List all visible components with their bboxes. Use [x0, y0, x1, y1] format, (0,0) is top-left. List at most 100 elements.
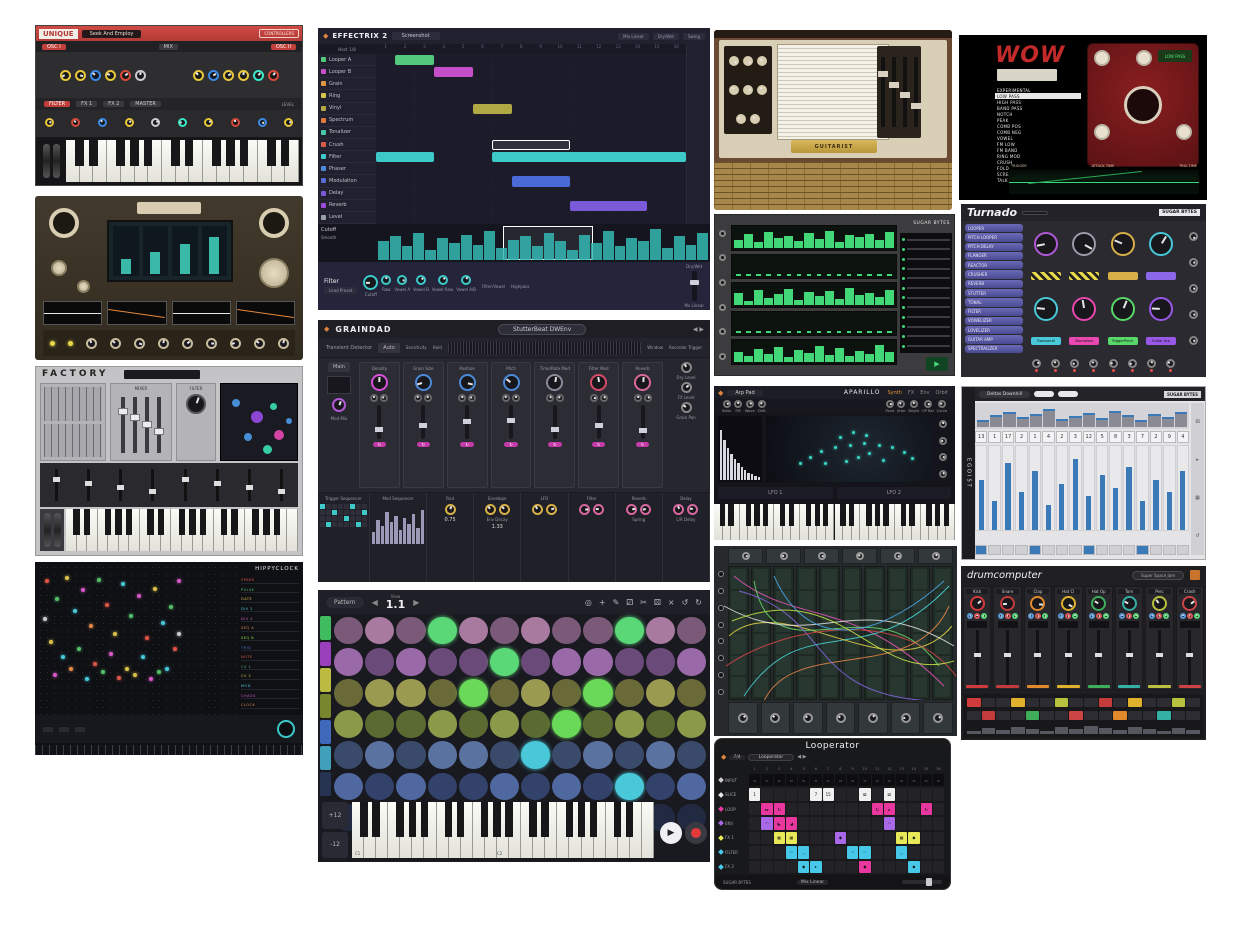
side-row[interactable] [902, 287, 950, 290]
pad-circle[interactable] [459, 617, 488, 645]
trigger-step[interactable] [326, 504, 331, 509]
filter-vowel-switch[interactable]: Filter/Vowel [482, 284, 505, 289]
synth-knob[interactable] [924, 400, 932, 408]
mini-knob[interactable] [1166, 359, 1175, 368]
unique-knob[interactable] [60, 70, 71, 81]
step-cell[interactable]: ≈ [810, 774, 821, 786]
left-reel[interactable] [49, 208, 79, 238]
lane-cell[interactable] [776, 591, 791, 611]
right-reel[interactable] [259, 208, 289, 238]
sequence-block[interactable] [570, 201, 648, 211]
lane-cell[interactable] [913, 677, 928, 697]
filter-cutoff-knob[interactable] [186, 394, 206, 414]
step-button[interactable] [996, 711, 1010, 720]
step-cell[interactable]: ◠ [859, 846, 870, 858]
node-dot[interactable] [77, 647, 81, 651]
transport-button-1[interactable] [43, 727, 53, 732]
synth-knob[interactable] [897, 400, 905, 408]
unique-knob[interactable] [238, 70, 249, 81]
lane-cell[interactable] [754, 634, 769, 654]
piano-black-key[interactable] [457, 802, 464, 837]
sequence-block[interactable] [512, 176, 570, 186]
module[interactable] [728, 548, 763, 564]
aparillo-preset-display[interactable]: Arp Pad [727, 390, 762, 396]
effectrix-effect-row[interactable]: Looper B [318, 66, 376, 78]
piano-black-key[interactable] [221, 509, 228, 535]
pad-circle[interactable] [552, 710, 581, 738]
mini-knob[interactable] [1119, 613, 1125, 619]
pad-circle[interactable] [428, 710, 457, 738]
node-dot[interactable] [153, 587, 157, 591]
piano-black-key[interactable] [626, 802, 633, 837]
column-tag[interactable]: ↻ [373, 442, 386, 447]
piano-black-key[interactable] [240, 140, 248, 166]
guitarist-knob[interactable] [750, 114, 760, 124]
channel-name[interactable]: Perc [1148, 589, 1170, 594]
effectrix-effect-row[interactable]: Reverb [318, 200, 376, 212]
sequence-block[interactable] [473, 104, 512, 114]
node-dot[interactable] [141, 655, 145, 659]
column-knob[interactable] [546, 374, 563, 391]
gate-cell[interactable] [1109, 545, 1121, 555]
lane-cell[interactable] [822, 591, 837, 611]
legend-item[interactable]: SPARK [241, 578, 299, 584]
piano-black-key[interactable] [281, 140, 289, 166]
step-cell[interactable]: ▦ [786, 832, 797, 844]
mix-linear-label[interactable]: Mx Linear [684, 303, 704, 308]
play-button[interactable]: ▶ [660, 822, 682, 844]
node-dot[interactable] [129, 614, 133, 618]
mini-fader[interactable] [1143, 725, 1157, 734]
effect-tile[interactable] [1069, 272, 1099, 280]
side-knob[interactable] [939, 420, 947, 428]
step-cell[interactable] [896, 861, 907, 873]
mini-knob[interactable] [967, 613, 973, 619]
unique-knob[interactable] [208, 70, 219, 81]
step-column[interactable] [1083, 445, 1095, 531]
side-row[interactable] [902, 238, 950, 241]
piano-black-key[interactable] [481, 802, 488, 837]
row-tab[interactable] [320, 642, 331, 666]
channel-name[interactable]: Crash [1179, 589, 1201, 594]
synth-knob[interactable] [886, 400, 894, 408]
lane-cell[interactable] [754, 569, 769, 589]
unique-knob[interactable] [223, 70, 234, 81]
step-cell[interactable] [835, 803, 846, 815]
piano-black-key[interactable] [105, 509, 112, 535]
matrix-dot[interactable] [274, 430, 284, 440]
channel-name[interactable]: Hat Op [1088, 589, 1110, 594]
lane-cell[interactable] [754, 591, 769, 611]
turnado-knob[interactable] [1034, 297, 1058, 321]
smooth-label[interactable]: Smooth [321, 235, 373, 240]
mod-wheel[interactable] [53, 144, 60, 178]
piano-black-key[interactable] [614, 802, 621, 837]
mini-fader[interactable] [1069, 725, 1083, 734]
trigger-step[interactable] [350, 504, 355, 509]
grid-icon[interactable]: ▦ [1195, 495, 1200, 501]
step-cell[interactable]: ≈ [798, 774, 809, 786]
module-knob[interactable] [868, 713, 878, 723]
piano-black-key[interactable] [806, 504, 811, 526]
step-button[interactable] [1143, 711, 1157, 720]
column-slider[interactable] [421, 405, 425, 439]
node-grid-field[interactable] [37, 564, 237, 715]
mix-mode-dropdown[interactable]: Mix Linear [618, 33, 649, 40]
unique-piano-keyboard[interactable] [66, 140, 299, 182]
step-cell[interactable] [749, 803, 760, 815]
mini-knob[interactable] [1032, 359, 1041, 368]
pad-circle[interactable] [428, 679, 457, 707]
unique-knob[interactable] [253, 70, 264, 81]
filter-knob[interactable] [461, 275, 471, 285]
side-row[interactable] [902, 248, 950, 251]
step-cell[interactable] [835, 861, 846, 873]
node-dot[interactable] [85, 677, 89, 681]
module-knob[interactable] [932, 552, 940, 560]
effect-tile[interactable]: Transverb! [1031, 337, 1061, 345]
lane-cell[interactable] [776, 677, 791, 697]
node-dot[interactable] [177, 579, 181, 583]
header-button-2[interactable] [1058, 391, 1078, 397]
pad-circle[interactable] [615, 617, 644, 645]
effect-slot-button[interactable]: REVERB [965, 280, 1023, 288]
mini-knob[interactable] [1156, 613, 1162, 619]
slider-cap[interactable] [878, 71, 888, 77]
fader[interactable] [151, 469, 154, 501]
